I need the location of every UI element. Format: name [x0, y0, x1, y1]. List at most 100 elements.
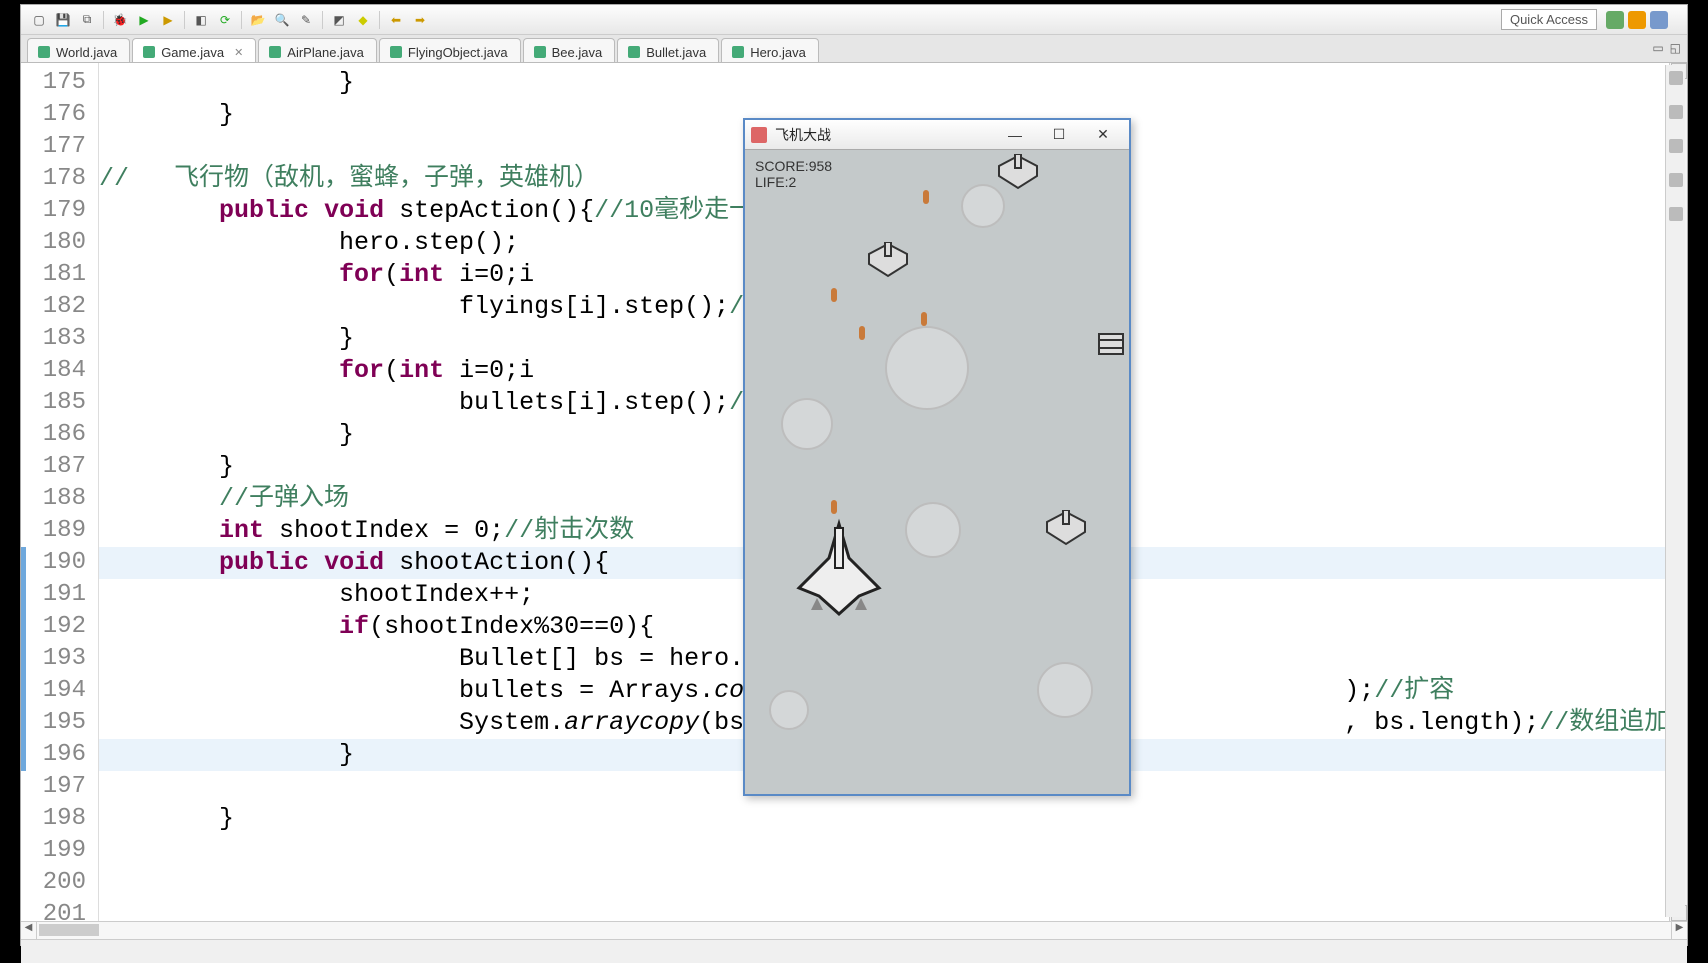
save-all-icon[interactable]: ⧉: [78, 11, 96, 29]
line-number: 189: [21, 515, 98, 547]
line-number: 194: [21, 675, 98, 707]
enemy-plane: [995, 154, 1041, 190]
run-icon[interactable]: ▶: [135, 11, 153, 29]
highlight-icon[interactable]: ◆: [354, 11, 372, 29]
line-number-gutter: 1751761771781791801811821831841851861871…: [21, 63, 99, 921]
open-type-icon[interactable]: 📂: [249, 11, 267, 29]
outline-icon[interactable]: [1669, 71, 1683, 85]
tab-label: Bullet.java: [646, 45, 706, 60]
tab-world-java[interactable]: World.java: [27, 38, 130, 62]
bullet: [831, 500, 837, 514]
bullet: [831, 288, 837, 302]
code-line: [99, 899, 1669, 921]
code-line: [99, 835, 1669, 867]
enemy-plane: [1043, 510, 1089, 546]
perspective-java-icon[interactable]: [1606, 11, 1624, 29]
tab-game-java[interactable]: Game.java ✕: [132, 38, 256, 62]
perspective-other-icon[interactable]: [1650, 11, 1668, 29]
minimize-button[interactable]: —: [995, 123, 1035, 147]
tab-bullet-java[interactable]: Bullet.java: [617, 38, 719, 62]
java-file-icon: [38, 46, 50, 58]
line-number: 201: [21, 899, 98, 931]
close-button[interactable]: ✕: [1083, 123, 1123, 147]
life-value: 2: [788, 174, 796, 190]
hud: SCORE:958 LIFE:2: [755, 158, 832, 190]
game-window: 飞机大战 — ☐ ✕ SCORE:958 LIFE:2: [743, 118, 1131, 796]
app-icon: [751, 127, 767, 143]
line-number: 175: [21, 67, 98, 99]
line-number: 183: [21, 323, 98, 355]
line-number: 199: [21, 835, 98, 867]
refresh-icon[interactable]: ⟳: [216, 11, 234, 29]
line-number: 190: [21, 547, 98, 579]
toggle-mark-icon[interactable]: ◩: [330, 11, 348, 29]
hero-plane: [789, 518, 889, 618]
main-toolbar: ▢ 💾 ⧉ 🐞 ▶ ▶ ◧ ⟳ 📂 🔍 ✎ ◩ ◆ ⬅ ➡ Quick Acce…: [21, 5, 1687, 35]
tab-flyingobject-java[interactable]: FlyingObject.java: [379, 38, 521, 62]
tab-airplane-java[interactable]: AirPlane.java: [258, 38, 377, 62]
line-number: 177: [21, 131, 98, 163]
quick-access-box[interactable]: Quick Access: [1501, 9, 1597, 30]
javadoc-icon[interactable]: [1669, 207, 1683, 221]
line-number: 176: [21, 99, 98, 131]
editor-tab-bar: ▭ ◱ World.java Game.java ✕ AirPlane.java Fly…: [21, 35, 1687, 63]
save-icon[interactable]: 💾: [54, 11, 72, 29]
maximize-editor-icon[interactable]: ◱: [1670, 41, 1681, 55]
life-label: LIFE:: [755, 174, 788, 190]
tab-bee-java[interactable]: Bee.java: [523, 38, 616, 62]
line-number: 200: [21, 867, 98, 899]
line-number: 178: [21, 163, 98, 195]
asteroid: [769, 690, 809, 730]
problems-icon[interactable]: [1669, 139, 1683, 153]
window-title: 飞机大战: [775, 125, 831, 145]
java-file-icon: [143, 46, 155, 58]
java-file-icon: [732, 46, 744, 58]
line-number: 195: [21, 707, 98, 739]
console-icon[interactable]: [1669, 173, 1683, 187]
tab-label: World.java: [56, 45, 117, 60]
right-view-strip: [1665, 65, 1685, 917]
line-number: 196: [21, 739, 98, 771]
game-canvas[interactable]: SCORE:958 LIFE:2: [745, 150, 1129, 794]
run-last-icon[interactable]: ▶: [159, 11, 177, 29]
asteroid: [905, 502, 961, 558]
search-icon[interactable]: 🔍: [273, 11, 291, 29]
edit-icon[interactable]: ✎: [297, 11, 315, 29]
line-number: 186: [21, 419, 98, 451]
line-number: 180: [21, 227, 98, 259]
code-line: [99, 867, 1669, 899]
title-bar[interactable]: 飞机大战 — ☐ ✕: [745, 120, 1129, 150]
asteroid: [885, 326, 969, 410]
line-number: 187: [21, 451, 98, 483]
back-icon[interactable]: ⬅: [387, 11, 405, 29]
code-line: }: [99, 803, 1669, 835]
line-number: 192: [21, 611, 98, 643]
bee-sprite: [1093, 326, 1129, 362]
tab-close-icon[interactable]: ✕: [234, 46, 243, 59]
java-file-icon: [269, 46, 281, 58]
fwd-icon[interactable]: ➡: [411, 11, 429, 29]
line-number: 179: [21, 195, 98, 227]
new-pkg-icon[interactable]: ◧: [192, 11, 210, 29]
new-icon[interactable]: ▢: [30, 11, 48, 29]
score-value: 958: [809, 158, 832, 174]
maximize-button[interactable]: ☐: [1039, 123, 1079, 147]
line-number: 193: [21, 643, 98, 675]
line-number: 191: [21, 579, 98, 611]
horizontal-scrollbar[interactable]: ◀ ▶: [21, 921, 1687, 939]
perspective-debug-icon[interactable]: [1628, 11, 1646, 29]
enemy-plane: [865, 242, 911, 278]
tab-hero-java[interactable]: Hero.java: [721, 38, 819, 62]
asteroid: [961, 184, 1005, 228]
task-icon[interactable]: [1669, 105, 1683, 119]
debug-icon[interactable]: 🐞: [111, 11, 129, 29]
asteroid: [1037, 662, 1093, 718]
java-file-icon: [390, 46, 402, 58]
tab-label: FlyingObject.java: [408, 45, 508, 60]
tab-label: Game.java: [161, 45, 224, 60]
line-number: 185: [21, 387, 98, 419]
bullet: [923, 190, 929, 204]
tab-label: Hero.java: [750, 45, 806, 60]
line-number: 181: [21, 259, 98, 291]
minimize-editor-icon[interactable]: ▭: [1652, 41, 1663, 55]
